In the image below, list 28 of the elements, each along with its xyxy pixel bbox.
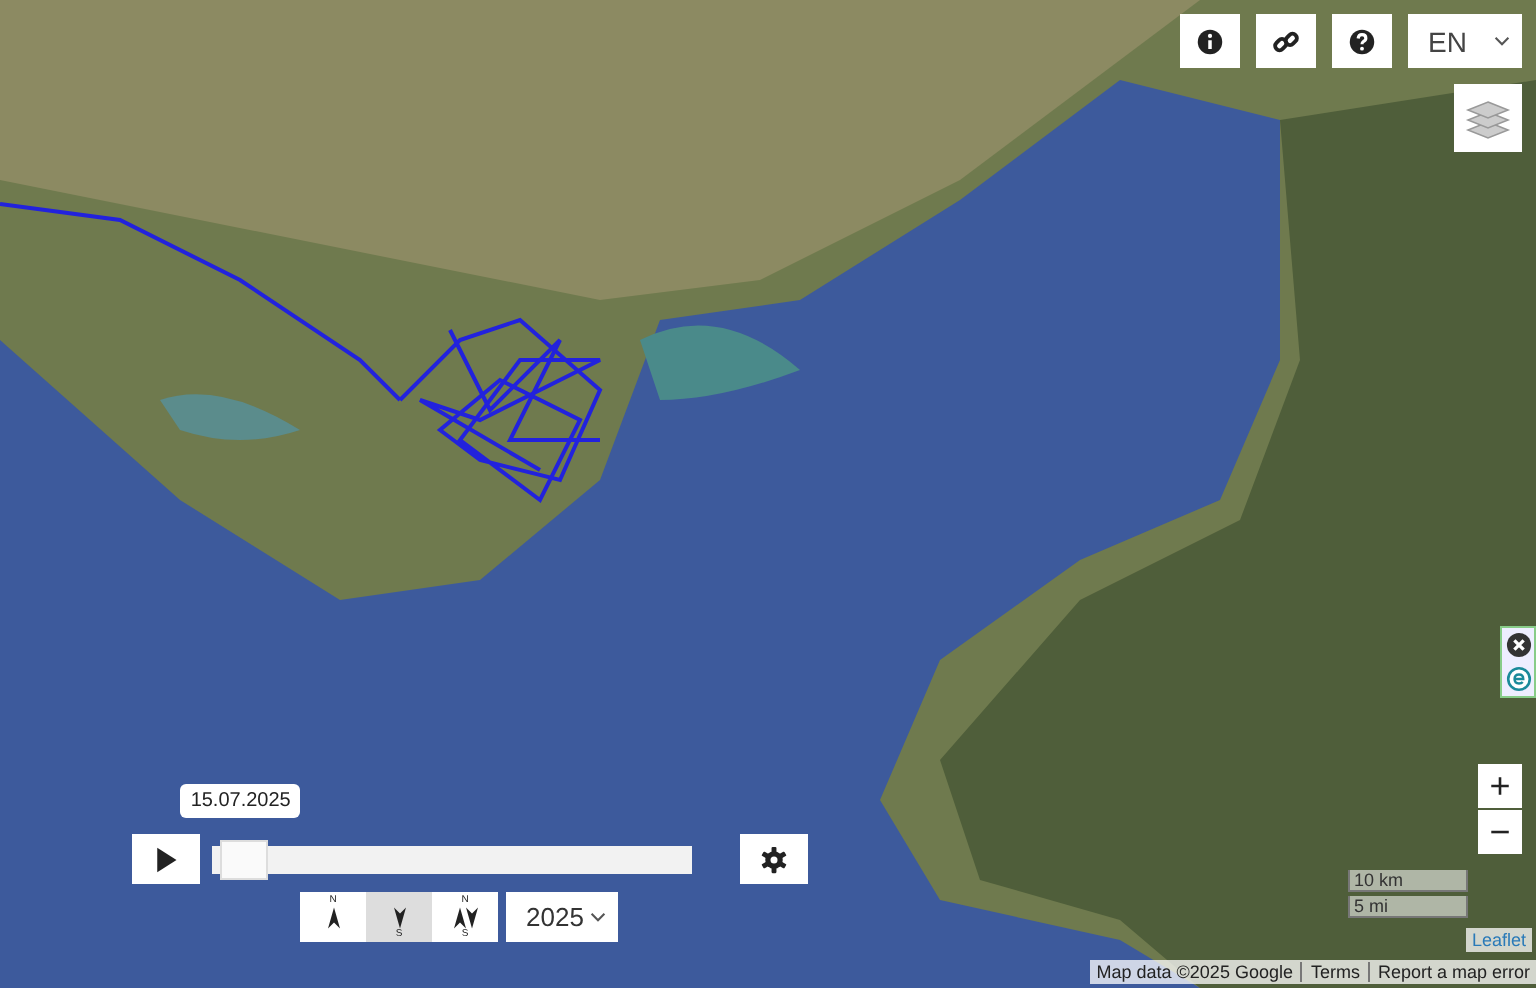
map-data-text: Map data ©2025 Google [1096, 962, 1293, 982]
slider-handle[interactable] [220, 839, 269, 879]
play-icon [152, 845, 180, 873]
help-button[interactable] [1332, 14, 1392, 68]
timeline-slider[interactable] [212, 839, 692, 879]
play-button[interactable] [132, 834, 200, 884]
close-icon[interactable] [1505, 632, 1531, 658]
report-link[interactable]: Report a map error [1367, 962, 1530, 982]
date-tooltip: 15.07.2025 [180, 784, 301, 818]
language-select[interactable]: EN [1408, 14, 1522, 68]
year-select[interactable]: 2025 [506, 892, 618, 942]
e-circle-icon[interactable] [1505, 666, 1531, 692]
link-icon [1272, 27, 1300, 55]
settings-button[interactable] [740, 834, 808, 884]
zoom-out-button[interactable]: − [1478, 810, 1522, 854]
terms-link[interactable]: Terms [1300, 962, 1360, 982]
help-icon [1348, 27, 1376, 55]
compass-arrow-icon [449, 905, 481, 929]
chevron-icon [590, 912, 606, 922]
zoom-in-button[interactable]: + [1478, 764, 1522, 808]
info-icon [1196, 27, 1224, 55]
gear-icon [760, 845, 788, 873]
chevron-icon [1494, 36, 1510, 46]
scale-bar: 10 km [1348, 870, 1468, 892]
layers-button[interactable] [1454, 84, 1522, 152]
link-button[interactable] [1256, 14, 1316, 68]
scale-bar: 5 mi [1348, 896, 1468, 918]
info-button[interactable] [1180, 14, 1240, 68]
